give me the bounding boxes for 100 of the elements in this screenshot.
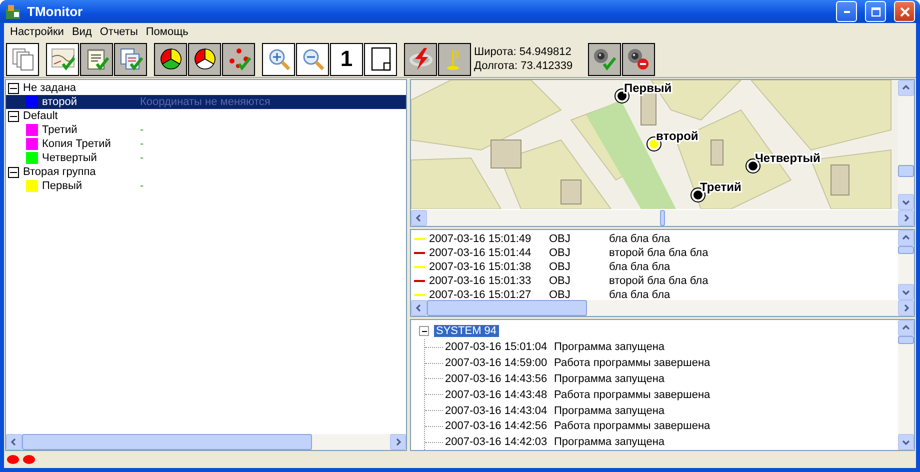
menu-item[interactable]: Вид bbox=[68, 26, 96, 38]
coordinate-text: Долгота: 73.412339 bbox=[474, 59, 573, 74]
collapse-icon[interactable] bbox=[419, 326, 429, 336]
menu-item[interactable]: Отчеты bbox=[96, 26, 142, 38]
maximize-button[interactable] bbox=[865, 1, 886, 22]
minimize-icon bbox=[844, 10, 850, 13]
pie-chart-icon bbox=[192, 47, 216, 72]
marker-label: Первый bbox=[624, 81, 672, 96]
vertical-scrollbar[interactable] bbox=[898, 230, 914, 300]
log-message: Программа запущена bbox=[554, 341, 665, 354]
maximize-icon bbox=[870, 6, 882, 18]
camera-check-icon bbox=[592, 47, 616, 72]
vertical-scrollbar[interactable] bbox=[898, 320, 914, 450]
object-row[interactable]: Третий - bbox=[6, 123, 406, 138]
log-message: Программа запущена bbox=[554, 404, 665, 416]
toolbar-button[interactable] bbox=[438, 42, 471, 76]
horizontal-scrollbar[interactable] bbox=[411, 300, 914, 316]
toolbar-button[interactable] bbox=[6, 42, 39, 76]
log-time: 2007-03-16 14:59:00 bbox=[445, 357, 548, 370]
group-label[interactable]: Default bbox=[23, 109, 58, 124]
log-time: 2007-03-16 14:42:03 bbox=[445, 436, 548, 448]
horizontal-scrollbar[interactable] bbox=[6, 434, 406, 450]
log-time: 2007-03-16 14:42:56 bbox=[445, 420, 548, 432]
scroll-down-button[interactable] bbox=[898, 434, 914, 450]
minimize-button[interactable] bbox=[836, 1, 857, 22]
menu-item[interactable]: Помощь bbox=[142, 26, 192, 38]
scrollbar-thumb[interactable] bbox=[427, 300, 587, 316]
object-status: - bbox=[140, 124, 144, 136]
toolbar-button[interactable] bbox=[296, 42, 329, 76]
toolbar-button[interactable] bbox=[262, 42, 295, 76]
scroll-down-button[interactable] bbox=[898, 284, 914, 300]
scroll-right-button[interactable] bbox=[898, 300, 914, 316]
scroll-left-button[interactable] bbox=[411, 300, 427, 316]
scroll-up-button[interactable] bbox=[898, 80, 914, 96]
scrollbar-thumb[interactable] bbox=[898, 246, 914, 254]
event-text: второй бла бла бла bbox=[609, 247, 710, 260]
marker-label: второй bbox=[656, 129, 698, 144]
group-label[interactable]: Вторая группа bbox=[23, 165, 96, 180]
scroll-left-button[interactable] bbox=[411, 210, 427, 226]
scroll-right-button[interactable] bbox=[390, 434, 406, 450]
collapse-icon[interactable] bbox=[8, 110, 19, 122]
object-row[interactable]: Четвертый - bbox=[6, 151, 406, 166]
log-message: Работа программы завершена bbox=[554, 388, 710, 401]
vertical-scrollbar[interactable] bbox=[898, 80, 914, 210]
close-button[interactable] bbox=[894, 1, 915, 22]
object-row[interactable]: второй Координаты не меняются bbox=[6, 95, 406, 110]
map-check-icon bbox=[50, 47, 74, 72]
close-icon bbox=[898, 6, 910, 18]
event-time: 2007-03-16 15:01:49 bbox=[429, 233, 532, 246]
zoom-in-icon bbox=[266, 47, 290, 72]
object-status: - bbox=[140, 138, 144, 150]
horizontal-scrollbar[interactable] bbox=[411, 210, 914, 226]
toolbar-button[interactable] bbox=[46, 42, 79, 76]
collapse-icon[interactable] bbox=[8, 166, 19, 178]
scroll-down-button[interactable] bbox=[898, 194, 914, 210]
scrollbar-thumb[interactable] bbox=[660, 210, 665, 226]
scrollbar-thumb[interactable] bbox=[898, 336, 914, 344]
marker-label: Четвертый bbox=[755, 151, 820, 166]
scroll-right-button[interactable] bbox=[898, 210, 914, 226]
toolbar-button[interactable] bbox=[404, 42, 437, 76]
tree-node-label[interactable]: SYSTEM 94 bbox=[434, 325, 499, 338]
scroll-up-button[interactable] bbox=[898, 320, 914, 336]
object-name: второй bbox=[42, 96, 78, 108]
log-message: Программа запущена bbox=[554, 372, 665, 385]
collapse-icon[interactable] bbox=[8, 82, 19, 94]
app-icon bbox=[5, 4, 21, 20]
toolbar-button[interactable] bbox=[114, 42, 147, 76]
scrollbar-thumb[interactable] bbox=[898, 165, 914, 178]
documents-check-icon bbox=[118, 47, 142, 72]
event-type: OBJ bbox=[549, 261, 572, 274]
dots-check-icon bbox=[226, 47, 250, 72]
object-status: Координаты не меняются bbox=[140, 96, 270, 108]
log-time: 2007-03-16 14:43:04 bbox=[445, 404, 548, 416]
toolbar-button[interactable] bbox=[364, 42, 397, 76]
menu-item[interactable]: Настройки bbox=[6, 26, 68, 38]
pages-icon bbox=[10, 47, 34, 72]
building-shape bbox=[490, 140, 522, 169]
event-time: 2007-03-16 15:01:44 bbox=[429, 247, 532, 260]
object-name: Четвертый bbox=[42, 152, 98, 164]
group-label[interactable]: Не задана bbox=[23, 81, 76, 96]
toolbar-button[interactable] bbox=[222, 42, 255, 76]
log-time: 2007-03-16 14:43:56 bbox=[445, 372, 548, 385]
building-shape bbox=[560, 180, 582, 205]
scrollbar-thumb[interactable] bbox=[22, 434, 312, 450]
scroll-up-button[interactable] bbox=[898, 230, 914, 246]
object-name: Третий bbox=[42, 124, 78, 136]
pie-chart-icon bbox=[158, 47, 182, 72]
toolbar-button[interactable]: 1 bbox=[330, 42, 363, 76]
log-message: Программа запущена bbox=[554, 436, 665, 448]
scroll-left-button[interactable] bbox=[6, 434, 22, 450]
toolbar-button[interactable] bbox=[188, 42, 221, 76]
object-row[interactable]: Первый - bbox=[6, 179, 406, 194]
toolbar-button[interactable] bbox=[80, 42, 113, 76]
window-title: TMonitor bbox=[27, 4, 84, 20]
toolbar-button[interactable] bbox=[622, 42, 655, 76]
notepad-check-icon bbox=[84, 47, 108, 72]
event-time: 2007-03-16 15:01:38 bbox=[429, 261, 532, 274]
toolbar-button[interactable] bbox=[588, 42, 621, 76]
object-row[interactable]: Копия Третий - bbox=[6, 137, 406, 152]
toolbar-button[interactable] bbox=[154, 42, 187, 76]
